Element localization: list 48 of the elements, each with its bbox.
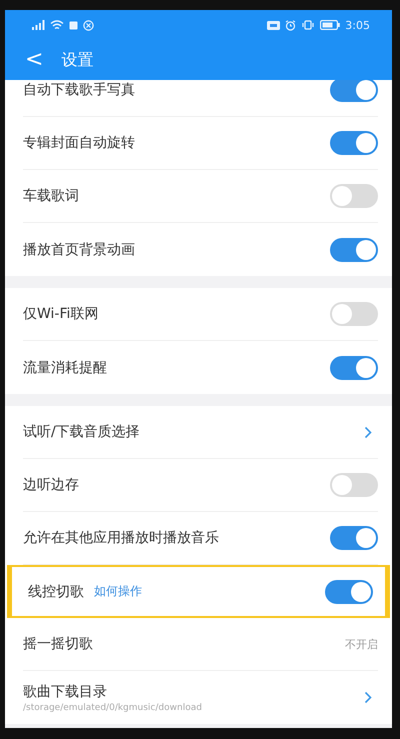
setting-path: /storage/emulated/0/kgmusic/download [23,702,202,712]
settings-row[interactable]: 仅Wi-Fi联网 [23,288,378,341]
setting-label: 仅Wi-Fi联网 [23,305,98,323]
setting-label: 车载歌词 [23,187,79,205]
toggle-switch[interactable] [325,580,373,604]
settings-row[interactable]: 试听/下载音质选择 [23,406,378,459]
square-icon [69,20,78,30]
setting-label: 试听/下载音质选择 [23,423,140,441]
settings-row[interactable]: 允许在其他应用播放时播放音乐 [23,512,378,565]
chevron-right-icon [364,691,372,704]
setting-value: 不开启 [345,636,378,652]
circle-icon [83,20,94,30]
toggle-switch[interactable] [330,131,378,155]
toggle-switch[interactable] [330,302,378,326]
signal-icon [31,20,45,30]
setting-label: 线控切歌 [28,582,84,600]
settings-row[interactable]: 歌曲下载目录 /storage/emulated/0/kgmusic/download [23,671,378,724]
settings-row[interactable]: 自动下载歌手写真 [23,80,378,117]
status-time: 3:05 [345,18,370,32]
highlighted-row[interactable]: 线控切歌 如何操作 [7,565,390,618]
setting-label: 边听边存 [23,476,79,494]
toggle-switch[interactable] [330,356,378,380]
help-link[interactable]: 如何操作 [94,583,142,600]
toggle-switch[interactable] [330,238,378,262]
setting-label: 歌曲下载目录 [23,682,107,700]
alarm-icon [285,20,296,30]
chevron-right-icon [364,426,372,438]
setting-label: 允许在其他应用播放时播放音乐 [23,529,219,547]
hd-icon [267,20,280,30]
settings-row[interactable]: 摇一摇切歌 不开启 [23,618,378,671]
settings-row[interactable]: 边听边存 [23,459,378,512]
setting-label: 自动下载歌手写真 [23,81,135,99]
toggle-switch[interactable] [330,473,378,497]
vibrate-icon [301,20,316,30]
settings-row[interactable]: 播放首页背景动画 [23,223,378,276]
page-title: 设置 [61,50,94,70]
setting-label: 流量消耗提醒 [23,358,107,376]
toggle-switch[interactable] [330,80,378,102]
setting-label: 摇一摇切歌 [23,635,93,653]
battery-icon [320,20,340,30]
settings-row[interactable]: 流量消耗提醒 [23,341,378,394]
toggle-switch[interactable] [330,184,378,208]
toggle-switch[interactable] [330,526,378,550]
setting-label: 播放首页背景动画 [23,240,135,258]
setting-label: 专辑封面自动旋转 [23,134,135,152]
settings-row[interactable]: 专辑封面自动旋转 [23,117,378,170]
settings-row[interactable]: 车载歌词 [23,170,378,223]
wifi-icon [50,20,64,30]
